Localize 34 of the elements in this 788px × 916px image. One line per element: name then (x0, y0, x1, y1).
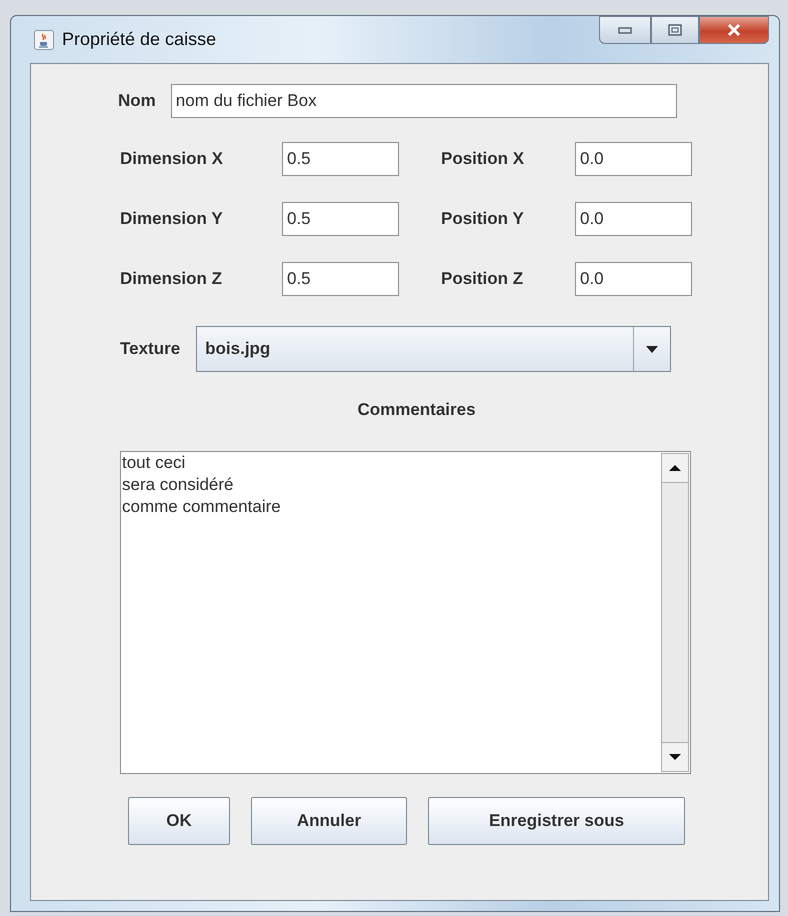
coffee-cup-icon (34, 30, 54, 50)
close-icon (726, 23, 742, 37)
field-label: Dimension X (120, 149, 224, 169)
position-field[interactable]: 0.0 (575, 202, 692, 236)
close-button[interactable] (699, 16, 769, 44)
dimension-field[interactable]: 0.5 (282, 262, 399, 296)
ok-button[interactable]: OK (128, 797, 230, 845)
minimize-icon (618, 26, 632, 34)
field-label: Dimension Z (120, 269, 224, 289)
scroll-up-icon[interactable] (661, 453, 689, 483)
field-label: Position Y (441, 209, 525, 229)
comments-heading: Commentaires (357, 400, 476, 419)
field-label: Nom (118, 91, 156, 111)
position-field[interactable]: 0.0 (575, 142, 692, 176)
texture-dropdown[interactable]: bois.jpg (196, 326, 672, 372)
vertical-scrollbar[interactable] (660, 452, 690, 773)
save-as-button[interactable]: Enregistrer sous (428, 797, 685, 845)
maximize-button[interactable] (651, 16, 699, 44)
maximize-icon (668, 24, 682, 36)
name-field[interactable]: nom du fichier Box (170, 84, 677, 118)
dimension-field[interactable]: 0.5 (282, 142, 399, 176)
field-label: Dimension Y (120, 209, 224, 229)
field-label: Texture (120, 339, 180, 359)
cancel-button[interactable]: Annuler (251, 797, 407, 845)
scroll-down-icon[interactable] (661, 742, 689, 772)
dimension-field[interactable]: 0.5 (282, 202, 399, 236)
minimize-button[interactable] (599, 16, 651, 44)
window-title: Propriété de caisse (62, 29, 216, 50)
comments-field[interactable]: tout ceci sera considéré comme commentaire (120, 451, 691, 774)
comments-text: tout ceci sera considéré comme commentaire (122, 452, 281, 518)
position-field[interactable]: 0.0 (575, 262, 692, 296)
field-label: Position X (441, 149, 526, 169)
field-label: Position Z (441, 269, 524, 289)
dropdown-arrow-icon (646, 346, 658, 352)
